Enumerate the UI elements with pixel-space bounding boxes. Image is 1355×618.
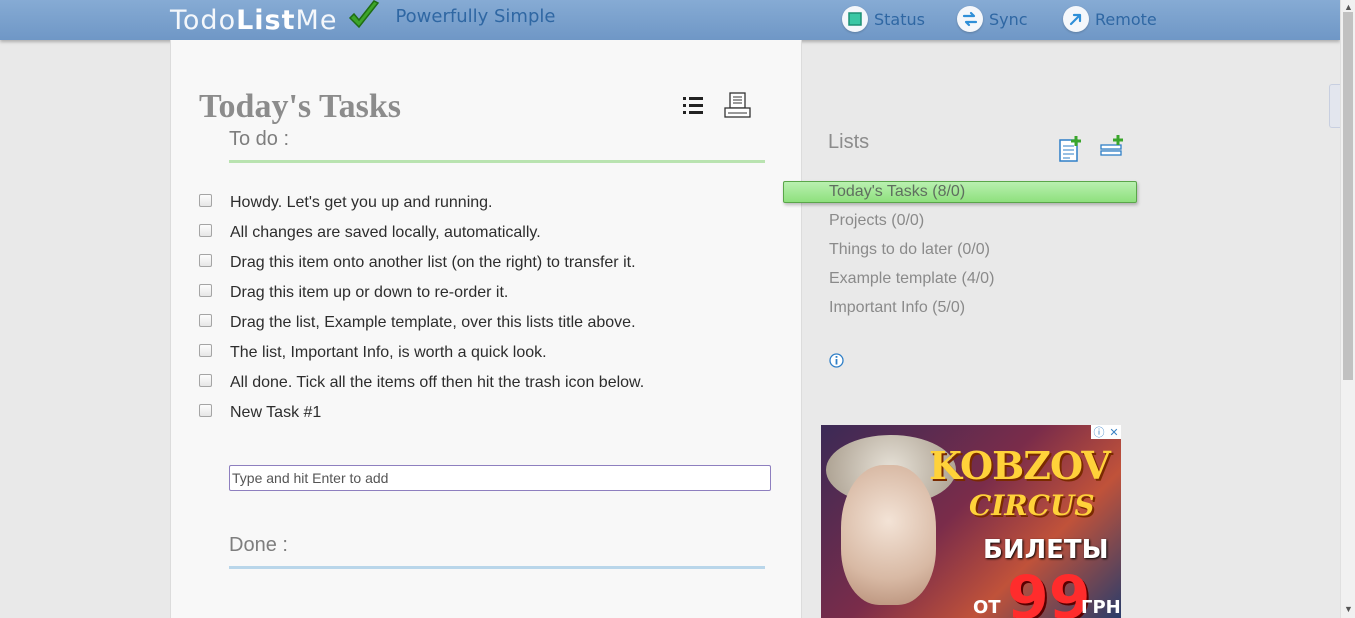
- status-label: Status: [874, 9, 925, 29]
- app-header: Todo List Me Powerfully Simple Status Sync…: [0, 0, 1340, 40]
- list-item-things-to-do-later[interactable]: Things to do later (0/0): [829, 241, 990, 259]
- ad-price: 99: [1007, 563, 1091, 618]
- done-heading: Done :: [229, 534, 765, 569]
- task-checkbox[interactable]: [199, 253, 212, 267]
- ad-from-text: ОТ: [973, 597, 1001, 618]
- todo-heading: To do :: [229, 128, 765, 163]
- logo-me-text: Me: [295, 4, 338, 36]
- task-item[interactable]: The list, Important Info, is worth a qui…: [199, 341, 759, 365]
- logo-list-text: List: [236, 4, 296, 36]
- ad-close-button[interactable]: ⓘ ✕: [1091, 425, 1121, 439]
- page-scrollbar[interactable]: ▲ ▼: [1340, 0, 1355, 618]
- task-checkbox[interactable]: [199, 193, 212, 207]
- task-checkbox[interactable]: [199, 313, 212, 327]
- list-item-example-template[interactable]: Example template (4/0): [829, 270, 994, 288]
- list-item-todays-tasks[interactable]: Today's Tasks (8/0): [829, 183, 965, 201]
- task-item[interactable]: All done. Tick all the items off then hi…: [199, 371, 759, 395]
- advertisement-banner[interactable]: KOBZOV CIRCUS БИЛЕТЫ 99 ОТ ГРН! ⓘ ✕: [821, 425, 1121, 618]
- ad-currency-text: ГРН!: [1081, 597, 1121, 618]
- task-checkbox[interactable]: [199, 403, 212, 417]
- ad-tickets-text: БИЛЕТЫ: [983, 535, 1109, 565]
- sync-arrows-icon: [957, 6, 983, 32]
- task-item[interactable]: Drag this item up or down to re-order it…: [199, 281, 759, 305]
- task-panel: Today's Tasks To do : Howdy. Let's get y…: [170, 40, 802, 618]
- list-view-icon[interactable]: [683, 96, 705, 121]
- status-button[interactable]: Status: [842, 5, 925, 33]
- scroll-up-icon[interactable]: ▲: [1344, 2, 1353, 12]
- task-text[interactable]: New Task #1: [230, 404, 321, 422]
- ad-brand-line2: CIRCUS: [969, 489, 1095, 522]
- lists-heading: Lists: [828, 131, 870, 153]
- task-checkbox[interactable]: [199, 283, 212, 297]
- list-item-projects[interactable]: Projects (0/0): [829, 212, 924, 230]
- remote-button[interactable]: Remote: [1063, 5, 1157, 33]
- ad-brand-line1: KOBZOV: [929, 443, 1111, 488]
- checkmark-icon: [347, 0, 381, 38]
- task-checkbox[interactable]: [199, 223, 212, 237]
- add-list-icon[interactable]: [1058, 135, 1084, 168]
- task-item[interactable]: New Task #1: [199, 401, 759, 425]
- task-text[interactable]: Drag this item up or down to re-order it…: [230, 284, 508, 302]
- list-item-important-info[interactable]: Important Info (5/0): [829, 299, 965, 317]
- tagline: Powerfully Simple: [395, 5, 556, 27]
- ad-image-face: [841, 465, 936, 605]
- task-text[interactable]: Drag this item onto another list (on the…: [230, 254, 636, 272]
- page-title[interactable]: Today's Tasks: [199, 88, 401, 126]
- scrollbar-thumb[interactable]: [1343, 12, 1353, 380]
- task-text[interactable]: All done. Tick all the items off then hi…: [230, 374, 644, 392]
- status-square-icon: [842, 6, 868, 32]
- task-item[interactable]: Howdy. Let's get you up and running.: [199, 191, 759, 215]
- task-item[interactable]: Drag this item onto another list (on the…: [199, 251, 759, 275]
- task-text[interactable]: Drag the list, Example template, over th…: [230, 314, 636, 332]
- task-checkbox[interactable]: [199, 343, 212, 357]
- ad-info-icon[interactable]: ⓘ: [1093, 425, 1104, 440]
- logo-todo-text: Todo: [170, 4, 237, 36]
- task-item[interactable]: All changes are saved locally, automatic…: [199, 221, 759, 245]
- task-text[interactable]: The list, Important Info, is worth a qui…: [230, 344, 547, 362]
- task-checkbox[interactable]: [199, 373, 212, 387]
- new-task-input[interactable]: [229, 465, 771, 491]
- task-text[interactable]: Howdy. Let's get you up and running.: [230, 194, 492, 212]
- info-icon[interactable]: [829, 353, 844, 373]
- add-category-icon[interactable]: [1100, 135, 1126, 162]
- task-text[interactable]: All changes are saved locally, automatic…: [230, 224, 541, 242]
- remote-label: Remote: [1095, 9, 1157, 29]
- scroll-down-icon[interactable]: ▼: [1344, 604, 1353, 614]
- app-logo[interactable]: Todo List Me Powerfully Simple: [170, 0, 555, 40]
- remote-arrow-icon: [1063, 6, 1089, 32]
- close-icon[interactable]: ✕: [1109, 426, 1118, 439]
- print-icon[interactable]: [724, 92, 752, 125]
- sync-button[interactable]: Sync: [957, 5, 1028, 33]
- task-item[interactable]: Drag the list, Example template, over th…: [199, 311, 759, 335]
- sync-label: Sync: [989, 9, 1028, 29]
